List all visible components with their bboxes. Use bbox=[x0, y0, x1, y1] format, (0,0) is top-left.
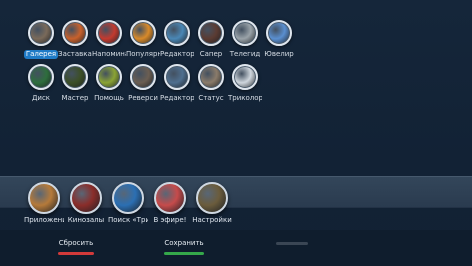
reset-button[interactable]: Сбросить bbox=[58, 238, 94, 255]
app-label: Телегид bbox=[229, 50, 261, 58]
app-label: Мастер bbox=[61, 94, 89, 102]
app-label: Приложения bbox=[24, 216, 64, 224]
app-label: Галерея bbox=[24, 50, 58, 59]
app-tile-r2-2[interactable]: Помощь bbox=[92, 64, 126, 103]
third-color-bar bbox=[276, 242, 308, 245]
jeweler-icon bbox=[266, 20, 292, 46]
app-label: Ювелир bbox=[264, 50, 294, 58]
dock-item-4[interactable]: Настройки bbox=[192, 182, 232, 225]
settings-icon bbox=[196, 182, 228, 214]
app-label: В эфире! bbox=[153, 216, 187, 224]
app-label: Популярное bbox=[126, 50, 160, 58]
reversi-icon bbox=[130, 64, 156, 90]
apps-icon bbox=[28, 182, 60, 214]
app-tile-r1-5[interactable]: Сапер bbox=[194, 20, 228, 59]
gallery-icon bbox=[28, 20, 54, 46]
app-label: Редактор bbox=[160, 94, 194, 102]
screensaver-icon bbox=[62, 20, 88, 46]
app-tile-r1-3[interactable]: Популярное bbox=[126, 20, 160, 59]
app-tile-r2-6[interactable]: Триколор bbox=[228, 64, 262, 103]
app-tile-r2-5[interactable]: Статус bbox=[194, 64, 228, 103]
app-label: Диск bbox=[31, 94, 51, 102]
reset-label: Сбросить bbox=[58, 239, 94, 247]
app-tile-r1-1[interactable]: Заставка bbox=[58, 20, 92, 59]
app-label: Редактор bbox=[160, 50, 194, 58]
app-tile-r2-0[interactable]: Диск bbox=[24, 64, 58, 103]
app-label: Поиск «Триколор» bbox=[108, 216, 148, 224]
status-icon bbox=[198, 64, 224, 90]
app-tile-r2-1[interactable]: Мастер bbox=[58, 64, 92, 103]
editor2-icon bbox=[164, 64, 190, 90]
app-label: Помощь bbox=[94, 94, 124, 102]
on-air-icon bbox=[154, 182, 186, 214]
master-icon bbox=[62, 64, 88, 90]
app-label: Сапер bbox=[199, 50, 223, 58]
disk-icon bbox=[28, 64, 54, 90]
app-label: Кинозалы bbox=[67, 216, 105, 224]
tricolor-icon bbox=[232, 64, 258, 90]
dock-item-1[interactable]: Кинозалы bbox=[66, 182, 106, 225]
app-label: Статус bbox=[198, 94, 224, 102]
reminder-icon bbox=[96, 20, 122, 46]
app-tile-r1-0[interactable]: Галерея bbox=[24, 20, 58, 59]
search-icon bbox=[112, 182, 144, 214]
third-button[interactable] bbox=[276, 238, 308, 245]
app-tile-r1-7[interactable]: Ювелир bbox=[262, 20, 296, 59]
help-icon bbox=[96, 64, 122, 90]
save-label: Сохранить bbox=[164, 239, 204, 247]
app-tile-r2-3[interactable]: Реверси bbox=[126, 64, 160, 103]
app-label: Реверси bbox=[128, 94, 158, 102]
cinema-icon bbox=[70, 182, 102, 214]
app-label: Заставка bbox=[58, 50, 92, 58]
dock-item-3[interactable]: В эфире! bbox=[150, 182, 190, 225]
tv-guide-icon bbox=[232, 20, 258, 46]
app-label: Напоминание bbox=[92, 50, 126, 58]
dock-item-0[interactable]: Приложения bbox=[24, 182, 64, 225]
reset-color-bar bbox=[58, 252, 94, 255]
app-label: Настройки bbox=[192, 216, 232, 224]
popular-icon bbox=[130, 20, 156, 46]
minesweeper-icon bbox=[198, 20, 224, 46]
app-label: Триколор bbox=[228, 94, 262, 102]
save-button[interactable]: Сохранить bbox=[164, 238, 204, 255]
save-color-bar bbox=[164, 252, 204, 255]
editor-icon bbox=[164, 20, 190, 46]
app-tile-r1-4[interactable]: Редактор bbox=[160, 20, 194, 59]
dock-item-2[interactable]: Поиск «Триколор» bbox=[108, 182, 148, 225]
app-tile-r2-4[interactable]: Редактор bbox=[160, 64, 194, 103]
app-tile-r1-6[interactable]: Телегид bbox=[228, 20, 262, 59]
app-tile-r1-2[interactable]: Напоминание bbox=[92, 20, 126, 59]
